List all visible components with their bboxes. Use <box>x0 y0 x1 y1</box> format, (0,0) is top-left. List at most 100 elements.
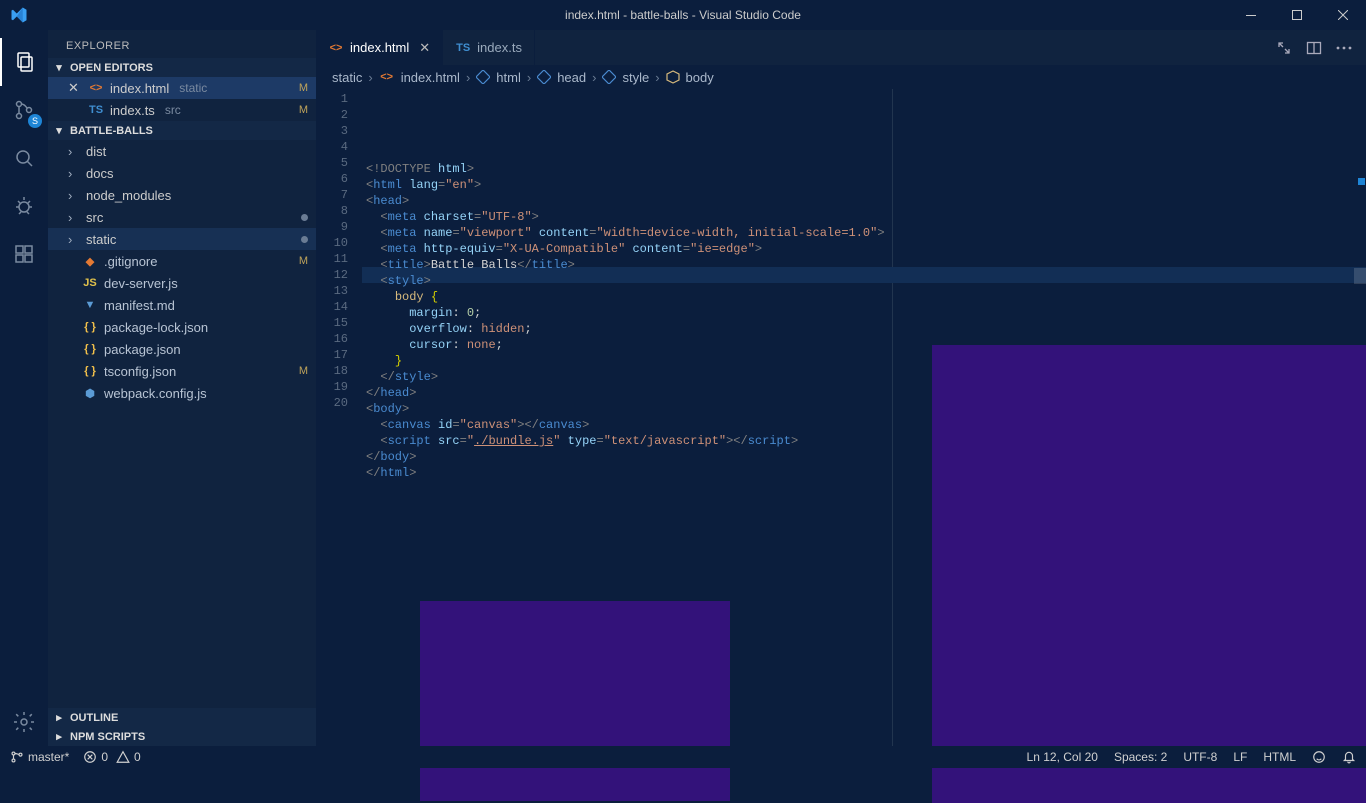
search-icon[interactable] <box>0 134 48 182</box>
indentation-status[interactable]: Spaces: 2 <box>1114 750 1167 764</box>
branch-name: master* <box>28 750 69 764</box>
git-branch-status[interactable]: master* <box>10 750 69 764</box>
file-item[interactable]: { }tsconfig.jsonM <box>48 360 316 382</box>
chevron-right-icon: › <box>68 210 80 225</box>
md-file-icon: ▼ <box>82 297 98 313</box>
cfg-file-icon: ⬢ <box>82 385 98 401</box>
chevron-right-icon: › <box>68 144 80 159</box>
editor-tab[interactable]: <>index.html✕ <box>316 30 443 65</box>
folder-item[interactable]: ›docs <box>48 162 316 184</box>
breadcrumb-segment[interactable]: head <box>557 70 586 85</box>
cursor-position[interactable]: Ln 12, Col 20 <box>1027 750 1098 764</box>
code-line[interactable]: <style> <box>362 273 1366 289</box>
code-line[interactable]: cursor: none; <box>362 337 1366 353</box>
open-editors-header[interactable]: ▾ OPEN EDITORS <box>48 58 316 77</box>
file-item[interactable]: ◆.gitignoreM <box>48 250 316 272</box>
file-item[interactable]: JSdev-server.js <box>48 272 316 294</box>
folder-name: src <box>86 210 103 225</box>
project-header[interactable]: ▾ BATTLE-BALLS <box>48 121 316 140</box>
code-line[interactable]: </head> <box>362 385 1366 401</box>
json-file-icon: { } <box>82 341 98 357</box>
canvas-overlay <box>420 601 730 801</box>
open-editor-item[interactable]: TSindex.tssrcM <box>48 99 316 121</box>
breadcrumb-symbol-icon <box>537 70 551 84</box>
feedback-icon[interactable] <box>1312 750 1326 764</box>
close-editor-icon[interactable]: ✕ <box>68 80 82 96</box>
breadcrumb-segment[interactable]: body <box>686 70 714 85</box>
folder-item[interactable]: ›node_modules <box>48 184 316 206</box>
file-name: package.json <box>104 342 181 357</box>
tab-label: index.html <box>350 40 409 55</box>
settings-icon[interactable] <box>0 698 48 746</box>
outline-label: OUTLINE <box>70 712 118 724</box>
folder-name: dist <box>86 144 106 159</box>
sidebar-title: EXPLORER <box>48 30 316 58</box>
eol-status[interactable]: LF <box>1233 750 1247 764</box>
code-line[interactable]: <!DOCTYPE html> <box>362 161 1366 177</box>
minimize-button[interactable] <box>1228 0 1274 30</box>
breadcrumb-segment[interactable]: html <box>496 70 521 85</box>
code-line[interactable]: margin: 0; <box>362 305 1366 321</box>
window-title: index.html - battle-balls - Visual Studi… <box>565 8 801 22</box>
file-item[interactable]: ⬢webpack.config.js <box>48 382 316 404</box>
breadcrumb-separator: › <box>466 70 470 85</box>
close-button[interactable] <box>1320 0 1366 30</box>
code-editor[interactable]: 1234567891011121314151617181920 <!DOCTYP… <box>316 89 1366 746</box>
project-label: BATTLE-BALLS <box>70 125 153 137</box>
code-line[interactable]: <meta name="viewport" content="width=dev… <box>362 225 1366 241</box>
sidebar: EXPLORER ▾ OPEN EDITORS ✕<>index.htmlsta… <box>48 30 316 746</box>
code-line[interactable]: <canvas id="canvas"></canvas> <box>362 417 1366 433</box>
file-item[interactable]: { }package-lock.json <box>48 316 316 338</box>
breadcrumbs[interactable]: static›<>index.html›html›head›style›body <box>316 65 1366 89</box>
breadcrumb-symbol-icon <box>602 70 616 84</box>
code-line[interactable]: overflow: hidden; <box>362 321 1366 337</box>
vscode-logo-icon <box>10 6 28 24</box>
code-line[interactable]: <head> <box>362 193 1366 209</box>
status-bar: master* 0 0 Ln 12, Col 20 Spaces: 2 UTF-… <box>0 746 1366 768</box>
open-editor-item[interactable]: ✕<>index.htmlstaticM <box>48 77 316 99</box>
explorer-icon[interactable] <box>0 38 48 86</box>
code-line[interactable]: body { <box>362 289 1366 305</box>
chevron-right-icon: › <box>68 166 80 181</box>
language-status[interactable]: HTML <box>1263 750 1296 764</box>
breadcrumb-segment[interactable]: style <box>622 70 649 85</box>
code-line[interactable]: <title>Battle Balls</title> <box>362 257 1366 273</box>
outline-header[interactable]: ▸ OUTLINE <box>48 708 316 727</box>
breadcrumb-symbol-icon: <> <box>379 69 395 85</box>
compare-icon[interactable] <box>1276 40 1292 56</box>
split-editor-icon[interactable] <box>1306 40 1322 56</box>
problems-status[interactable]: 0 0 <box>83 750 140 764</box>
file-name: .gitignore <box>104 254 157 269</box>
npm-scripts-header[interactable]: ▸ NPM SCRIPTS <box>48 727 316 746</box>
breadcrumb-segment[interactable]: index.html <box>401 70 460 85</box>
debug-icon[interactable] <box>0 182 48 230</box>
folder-name: node_modules <box>86 188 171 203</box>
code-line[interactable]: <body> <box>362 401 1366 417</box>
notifications-icon[interactable] <box>1342 750 1356 764</box>
close-tab-icon[interactable]: ✕ <box>419 40 430 56</box>
folder-item[interactable]: › dist <box>48 140 316 162</box>
breadcrumb-segment[interactable]: static <box>332 70 362 85</box>
encoding-status[interactable]: UTF-8 <box>1183 750 1217 764</box>
folder-item[interactable]: ›static <box>48 228 316 250</box>
code-line[interactable]: </body> <box>362 449 1366 465</box>
git-file-icon: ◆ <box>82 253 98 269</box>
code-line[interactable]: <html lang="en"> <box>362 177 1366 193</box>
extensions-icon[interactable] <box>0 230 48 278</box>
code-line[interactable]: </html> <box>362 465 1366 481</box>
breadcrumb-separator: › <box>368 70 372 85</box>
code-line[interactable]: </style> <box>362 369 1366 385</box>
file-item[interactable]: ▼manifest.md <box>48 294 316 316</box>
file-item[interactable]: { } package.json <box>48 338 316 360</box>
more-icon[interactable] <box>1336 46 1352 50</box>
file-name: index.ts <box>110 103 155 118</box>
code-line[interactable]: <meta charset="UTF-8"> <box>362 209 1366 225</box>
code-line[interactable]: <meta http-equiv="X-UA-Compatible" conte… <box>362 241 1366 257</box>
code-line[interactable]: <script src="./bundle.js" type="text/jav… <box>362 433 1366 449</box>
folder-item[interactable]: › src <box>48 206 316 228</box>
code-line[interactable]: } <box>362 353 1366 369</box>
modified-dot <box>301 236 308 243</box>
scm-icon[interactable]: S <box>0 86 48 134</box>
maximize-button[interactable] <box>1274 0 1320 30</box>
editor-tab[interactable]: TSindex.ts <box>443 30 535 65</box>
